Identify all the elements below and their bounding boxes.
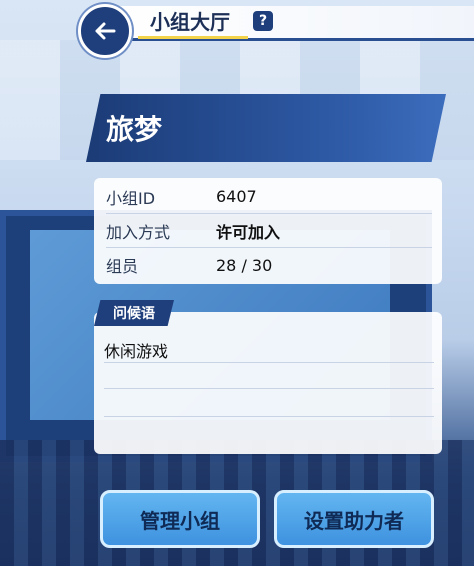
group-hall-screen: 小组大厅 ? 旅梦 小组ID 6407 加入方式 许可加入 组员 28 / 30… — [0, 0, 474, 566]
greeting-tag: 问候语 — [94, 300, 174, 326]
group-id-label: 小组ID — [106, 188, 156, 208]
back-button[interactable] — [78, 4, 132, 58]
header-accent — [138, 36, 248, 39]
greeting-line — [104, 362, 434, 363]
greeting-line — [104, 416, 434, 417]
greeting-line — [104, 388, 434, 389]
help-icon[interactable]: ? — [253, 11, 273, 31]
members-value: 28 / 30 — [216, 255, 273, 275]
join-method-row: 加入方式 许可加入 — [106, 214, 432, 248]
header: 小组大厅 ? — [0, 0, 474, 58]
group-id-row: 小组ID 6407 — [106, 180, 432, 214]
group-id-value: 6407 — [216, 187, 257, 206]
members-label: 组员 — [106, 257, 139, 276]
back-arrow-icon — [95, 22, 116, 40]
greeting-text: 休闲游戏 — [104, 342, 169, 361]
page-title: 小组大厅 — [150, 10, 230, 34]
join-method-label: 加入方式 — [106, 222, 171, 242]
greeting-card — [94, 312, 442, 454]
group-name: 旅梦 — [106, 113, 163, 146]
set-assistant-button[interactable]: 设置助力者 — [274, 490, 434, 548]
manage-group-button[interactable]: 管理小组 — [100, 490, 260, 548]
join-method-value: 许可加入 — [216, 222, 281, 242]
members-row: 组员 28 / 30 — [106, 248, 432, 282]
